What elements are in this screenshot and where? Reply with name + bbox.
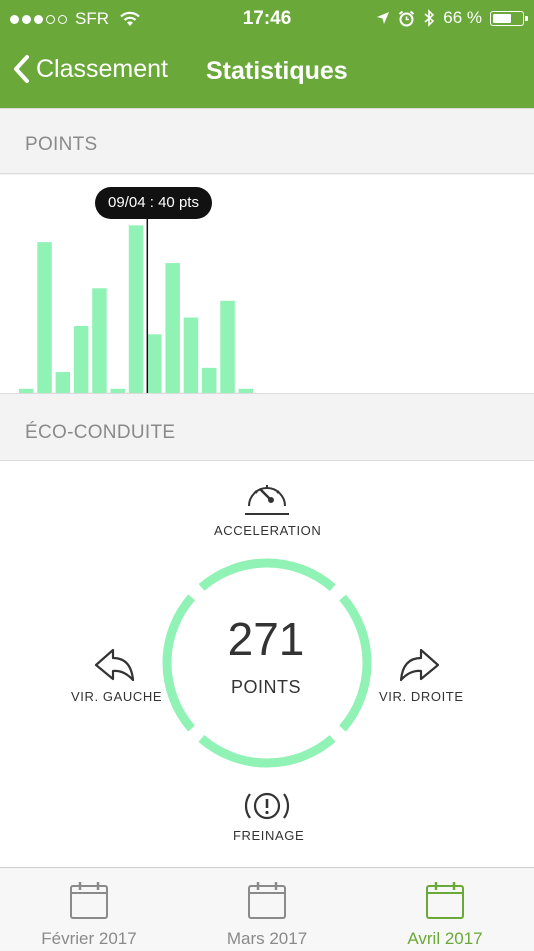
chart-bar-8[interactable] — [165, 263, 180, 393]
chart-bar-11[interactable] — [220, 300, 235, 393]
bluetooth-icon — [424, 9, 435, 27]
chart-bar-2[interactable] — [55, 372, 71, 393]
tab-mars-2017[interactable]: Mars 2017 — [178, 868, 356, 951]
speedometer-icon — [245, 485, 289, 515]
left-turn-label: VIR. GAUCHE — [71, 689, 163, 704]
calendar-icon — [70, 882, 108, 919]
points-bar-chart[interactable] — [0, 175, 534, 393]
score-value: 271 — [227, 613, 305, 665]
tab-bar: Février 2017 Mars 2017 Avril 2017 — [0, 867, 534, 950]
section-header-points: POINTS — [0, 108, 534, 174]
chart-bar-1[interactable] — [37, 242, 52, 393]
chevron-left-icon — [14, 55, 29, 83]
battery-icon — [490, 10, 528, 26]
header-bar: SFR 17:46 66 % Classement Statistiques — [0, 0, 534, 108]
calendar-icon — [248, 882, 286, 919]
back-button[interactable]: Classement — [12, 54, 168, 84]
chart-bar-9[interactable] — [183, 317, 199, 393]
tab-label-fevrier: Février 2017 — [41, 929, 137, 948]
back-label: Classement — [36, 54, 168, 83]
chart-bar-10[interactable] — [202, 367, 217, 393]
turn-right-icon — [399, 648, 440, 682]
tab-fevrier-2017[interactable]: Février 2017 — [0, 868, 178, 951]
points-chart[interactable] — [0, 175, 534, 393]
battery-percent: 66 % — [443, 8, 482, 27]
section-title-eco: ÉCO-CONDUITE — [25, 422, 176, 443]
section-header-eco: ÉCO-CONDUITE — [0, 393, 534, 461]
location-arrow-icon — [377, 12, 390, 24]
section-title-points: POINTS — [25, 134, 98, 155]
chart-bar-4[interactable] — [92, 288, 107, 393]
chart-bar-3[interactable] — [73, 325, 89, 393]
calendar-icon — [426, 882, 464, 919]
status-bar: SFR 17:46 66 % — [0, 0, 534, 38]
status-right: 66 % — [376, 8, 528, 28]
battery-fill — [493, 13, 511, 23]
nav-bar: Classement Statistiques — [0, 52, 534, 92]
score-unit: POINTS — [230, 677, 301, 697]
brake-warning-icon — [244, 792, 290, 820]
turn-left-icon — [94, 648, 135, 682]
tab-label-avril: Avril 2017 — [407, 929, 483, 948]
chart-tooltip: 09/04 : 40 pts — [95, 187, 212, 219]
tab-avril-2017[interactable]: Avril 2017 — [356, 868, 534, 951]
braking-label: FREINAGE — [233, 828, 305, 843]
acceleration-label: ACCELERATION — [214, 523, 322, 538]
chart-bar-7[interactable] — [147, 334, 162, 393]
tab-label-mars: Mars 2017 — [226, 929, 308, 948]
chart-bar-6[interactable] — [128, 225, 144, 393]
alarm-icon — [399, 10, 415, 26]
page-title: Statistiques — [206, 57, 348, 85]
right-turn-label: VIR. DROITE — [379, 689, 464, 704]
